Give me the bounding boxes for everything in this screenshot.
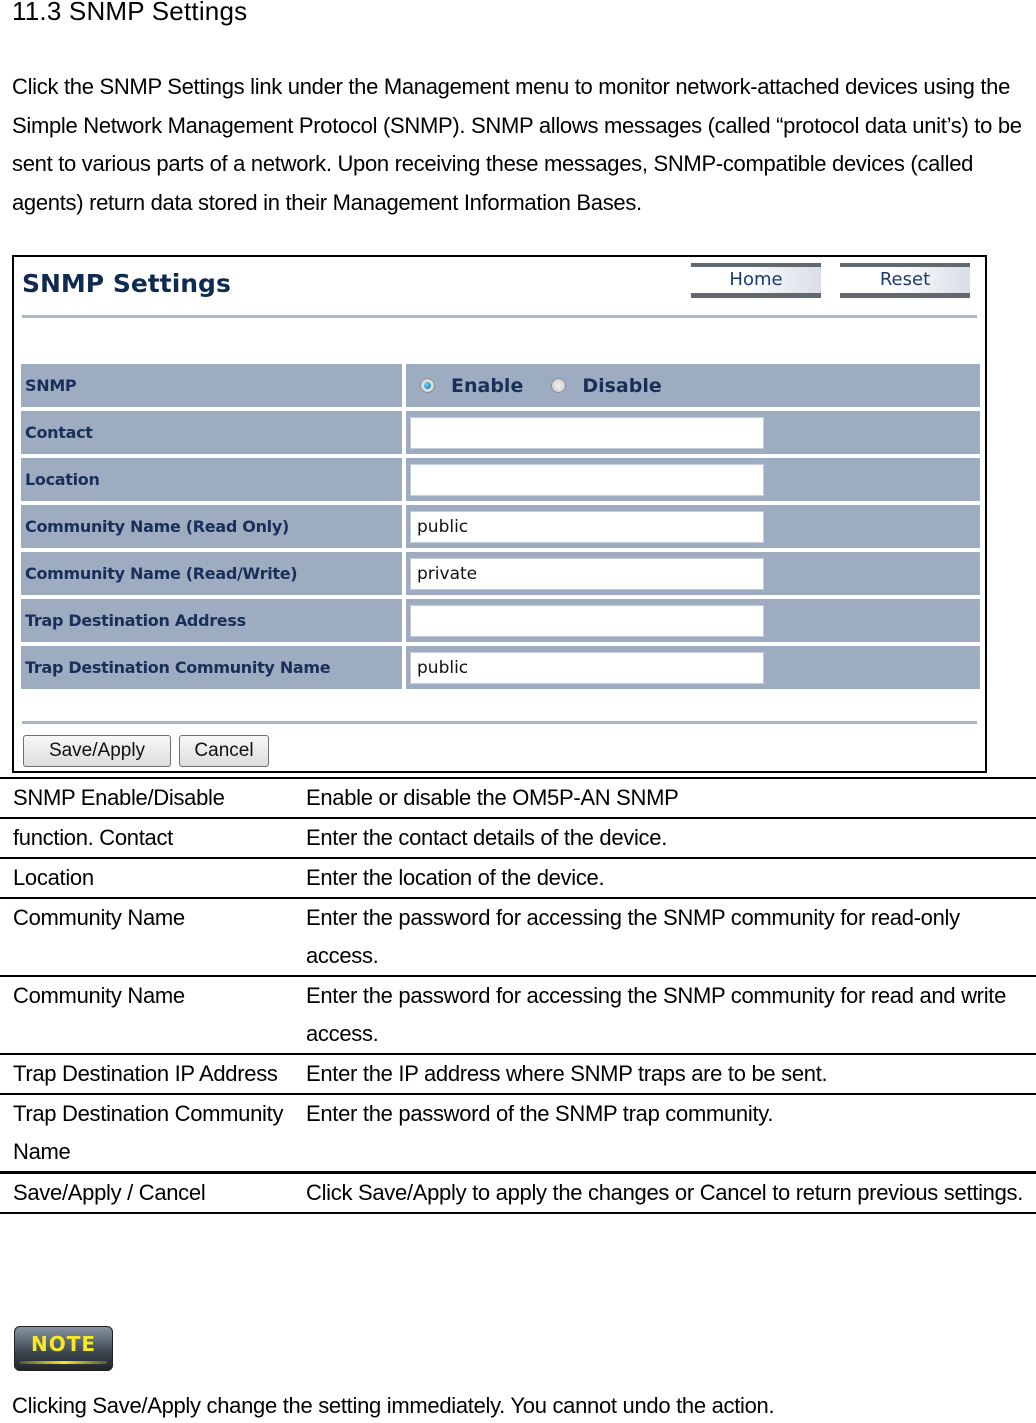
trap-destination-address-input[interactable] [410,604,764,637]
description: Enter the password for accessing the SNM… [306,905,960,968]
description: Enter the password for accessing the SNM… [306,983,1007,1046]
term: function. Contact [13,825,173,850]
contact-row: Contact [21,411,980,454]
field-label: SNMP [21,364,402,407]
table-row: Community Name Enter the password for ac… [0,898,1036,976]
disable-radio[interactable] [551,378,567,393]
term: Save/Apply / Cancel [13,1180,206,1205]
trap-destination-community-input[interactable] [410,651,764,684]
description: Click Save/Apply to apply the changes or… [306,1180,1024,1205]
community-read-write-input[interactable] [410,557,764,590]
field-label: Community Name (Read Only) [21,505,402,548]
term: Trap Destination Community Name [13,1101,284,1164]
contact-input[interactable] [410,416,764,449]
community-read-only-row: Community Name (Read Only) [21,505,980,548]
description: Enter the IP address where SNMP traps ar… [306,1061,828,1086]
term: SNMP Enable/Disable [13,785,225,810]
disable-radio-label[interactable]: Disable [582,375,661,397]
location-input[interactable] [410,463,764,496]
table-row: Save/Apply / Cancel Click Save/Apply to … [0,1172,1036,1213]
snmp-toggle-row: SNMP Enable Disable [21,364,980,407]
cancel-button[interactable]: Cancel [179,735,269,767]
term: Community Name [13,905,185,930]
term: Community Name [13,983,185,1008]
term: Trap Destination IP Address [13,1061,278,1086]
table-row: SNMP Enable/Disable Enable or disable th… [0,778,1036,818]
description-table: SNMP Enable/Disable Enable or disable th… [0,777,1036,1214]
note-icon: NOTE [14,1326,113,1371]
table-row: function. Contact Enter the contact deta… [0,818,1036,858]
table-row: Location Enter the location of the devic… [0,858,1036,898]
header-divider [22,315,977,318]
field-label: Location [21,458,402,501]
community-read-write-row: Community Name (Read/Write) [21,552,980,595]
description: Enable or disable the OM5P-AN SNMP [306,785,679,810]
home-button[interactable]: Home [691,263,821,298]
community-read-only-input[interactable] [410,510,764,543]
table-row: Trap Destination IP Address Enter the IP… [0,1054,1036,1094]
intro-paragraph: Click the SNMP Settings link under the M… [12,74,1022,215]
trap-destination-address-row: Trap Destination Address [21,599,980,642]
snmp-radio-group: Enable Disable [406,364,980,407]
reset-button[interactable]: Reset [840,263,970,298]
term: Location [13,865,94,890]
table-row: Trap Destination Community Name Enter th… [0,1094,1036,1173]
enable-radio-label[interactable]: Enable [451,375,523,397]
trap-destination-community-row: Trap Destination Community Name [21,646,980,689]
snmp-form: SNMP Enable Disable Contact Location Com… [21,364,980,693]
snmp-settings-screenshot: SNMP Settings Home Reset SNMP Enable Dis… [12,255,987,773]
field-label: Trap Destination Address [21,599,402,642]
footer-divider [22,721,977,724]
description: Enter the password of the SNMP trap comm… [306,1101,774,1126]
field-label: Community Name (Read/Write) [21,552,402,595]
section-heading: 11.3 SNMP Settings [12,0,248,26]
note-text: Clicking Save/Apply change the setting i… [12,1393,775,1418]
field-label: Trap Destination Community Name [21,646,402,689]
table-row: Community Name Enter the password for ac… [0,976,1036,1054]
enable-radio[interactable] [420,378,435,393]
location-row: Location [21,458,980,501]
save-apply-button[interactable]: Save/Apply [23,735,171,767]
field-label: Contact [21,411,402,454]
page-title: SNMP Settings [22,269,231,298]
description: Enter the location of the device. [306,865,605,890]
description: Enter the contact details of the device. [306,825,668,850]
